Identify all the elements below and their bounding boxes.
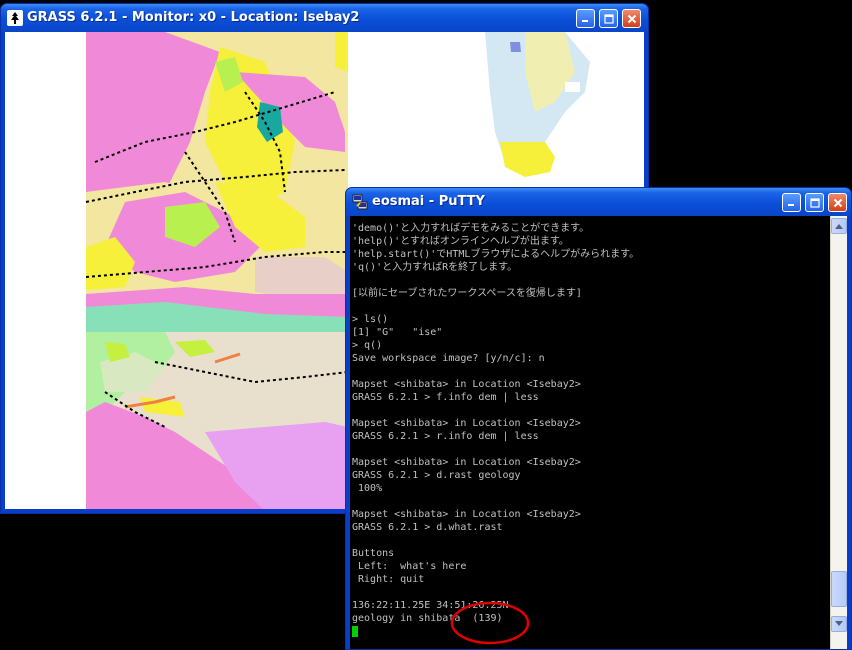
terminal-line: > q(): [352, 340, 383, 351]
terminal-cursor: [352, 625, 358, 637]
terminal-line: 'demo()'と入力すればデモをみることができます。: [352, 223, 590, 234]
terminal-line: geology in shibata (139): [352, 613, 503, 624]
terminal-line: Save workspace image? [y/n/c]: n: [352, 353, 545, 364]
putty-client: 'demo()'と入力すればデモをみることができます。 'help()'とすればオ…: [350, 216, 847, 649]
terminal-line: 100%: [352, 483, 383, 494]
terminal-line: Mapset <shibata> in Location <Isebay2>: [352, 509, 581, 520]
terminal-line: Mapset <shibata> in Location <Isebay2>: [352, 379, 581, 390]
terminal-line: [以前にセーブされたワークスペースを復帰します]: [352, 288, 582, 299]
grass-icon: [7, 10, 23, 26]
maximize-icon: [809, 197, 820, 208]
grass-close-button[interactable]: [622, 9, 641, 28]
terminal-prompt-line: [352, 625, 831, 638]
terminal-scrollbar[interactable]: [830, 216, 847, 649]
grass-minimize-button[interactable]: [576, 9, 595, 28]
grass-window-title: GRASS 6.2.1 - Monitor: x0 - Location: Is…: [27, 10, 360, 25]
annotation-circle: [450, 601, 530, 645]
maximize-icon: [603, 13, 614, 24]
terminal-line: 'q()'と入力すればRを終了します。: [352, 262, 518, 273]
terminal-line: 'help.start()'でHTMLブラウザによるヘルプがみられます。: [352, 249, 640, 260]
terminal-line: [1] "G" "ise": [352, 327, 443, 338]
arrow-down-icon: [835, 621, 843, 626]
grass-maximize-button[interactable]: [599, 9, 618, 28]
arrow-up-icon: [835, 224, 843, 229]
minimize-icon: [582, 20, 588, 22]
close-icon: [627, 14, 636, 23]
terminal-line: GRASS 6.2.1 > d.rast geology: [352, 470, 521, 481]
scroll-down-button[interactable]: [831, 616, 847, 632]
grass-title-bar[interactable]: GRASS 6.2.1 - Monitor: x0 - Location: Is…: [1, 4, 648, 32]
terminal-line: Left: what's here: [352, 561, 467, 572]
terminal-line: > ls(): [352, 314, 389, 325]
putty-window-title: eosmai - PuTTY: [372, 194, 485, 209]
minimize-icon: [788, 204, 794, 206]
close-icon: [833, 198, 842, 207]
terminal-line: 136:22:11.25E 34:51:26.25N: [352, 600, 509, 611]
putty-window: eosmai - PuTTY 'demo()'と入力すればデモをみることができま…: [345, 187, 852, 650]
scroll-thumb[interactable]: [831, 571, 847, 607]
terminal-line: Right: quit: [352, 574, 425, 585]
terminal-line: GRASS 6.2.1 > f.info dem | less: [352, 392, 539, 403]
terminal-output[interactable]: 'demo()'と入力すればデモをみることができます。 'help()'とすればオ…: [350, 216, 831, 649]
terminal-line: GRASS 6.2.1 > d.what.rast: [352, 522, 503, 533]
putty-maximize-button[interactable]: [805, 193, 824, 212]
putty-close-button[interactable]: [828, 193, 847, 212]
terminal-line: Mapset <shibata> in Location <Isebay2>: [352, 457, 581, 468]
terminal-line: 'help()'とすればオンラインヘルプが出ます。: [352, 236, 569, 247]
putty-icon: [352, 194, 368, 210]
scroll-up-button[interactable]: [831, 218, 847, 234]
putty-minimize-button[interactable]: [782, 193, 801, 212]
terminal-line: Buttons: [352, 548, 395, 559]
terminal-line: GRASS 6.2.1 > r.info dem | less: [352, 431, 539, 442]
putty-title-bar[interactable]: eosmai - PuTTY: [346, 188, 851, 216]
terminal-line: Mapset <shibata> in Location <Isebay2>: [352, 418, 581, 429]
